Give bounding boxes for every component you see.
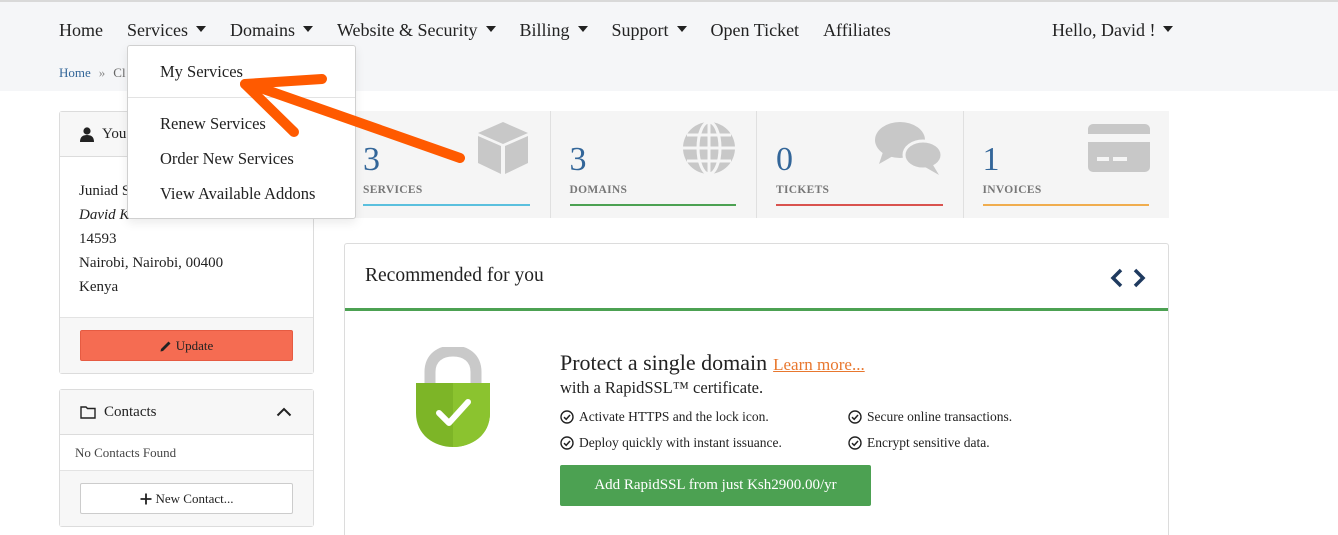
nav-website-security[interactable]: Website & Security — [337, 20, 496, 41]
caret-down-icon — [302, 26, 313, 32]
breadcrumb-separator: » — [98, 65, 106, 80]
feature-item: Activate HTTPS and the lock icon. — [560, 409, 769, 425]
account-info-title: You — [102, 125, 127, 142]
nav-affiliates-label: Affiliates — [823, 20, 891, 40]
stat-tile-tickets[interactable]: 0 TICKETS — [757, 111, 964, 218]
stat-tile-invoices[interactable]: 1 INVOICES — [964, 111, 1170, 218]
menu-item-order-new-services[interactable]: Order New Services — [160, 149, 294, 169]
invoices-count: 1 — [982, 141, 1000, 178]
contacts-footer: New Contact... — [60, 471, 313, 526]
recommended-header: Recommended for you — [345, 244, 1168, 311]
menu-item-my-services[interactable]: My Services — [160, 62, 243, 82]
feature-item: Secure online transactions. — [848, 409, 1012, 425]
box-icon — [477, 122, 528, 174]
add-rapidssl-button[interactable]: Add RapidSSL from just Ksh2900.00/yr — [560, 465, 871, 506]
domains-underline — [569, 204, 736, 206]
nav-support-label: Support — [611, 20, 669, 40]
check-circle-icon — [560, 436, 574, 450]
contacts-panel: Contacts No Contacts Found New Contact..… — [59, 389, 314, 527]
chevron-left-icon[interactable] — [1110, 268, 1124, 288]
services-underline — [363, 204, 530, 206]
nav-home[interactable]: Home — [59, 20, 103, 41]
feature-text: Secure online transactions. — [867, 409, 1013, 424]
breadcrumb-home[interactable]: Home — [59, 65, 91, 81]
info-line-city: Nairobi, Nairobi, 00400 — [79, 255, 224, 271]
credit-card-icon — [1088, 124, 1150, 172]
padlock-icon — [416, 347, 490, 447]
nav-website-security-label: Website & Security — [336, 20, 478, 40]
nav-services-label: Services — [127, 20, 188, 40]
check-circle-icon — [560, 410, 574, 424]
menu-divider — [128, 97, 355, 98]
chevron-up-icon[interactable] — [276, 407, 292, 417]
menu-item-renew-services[interactable]: Renew Services — [160, 114, 266, 134]
nav-open-ticket[interactable]: Open Ticket — [711, 20, 800, 41]
nav-billing-label: Billing — [519, 20, 570, 40]
chat-bubbles-icon — [874, 122, 943, 175]
services-dropdown-menu: My Services Renew Services Order New Ser… — [127, 45, 356, 219]
nav-affiliates[interactable]: Affiliates — [823, 20, 891, 41]
main-nav: Home Services Domains Website & Security… — [59, 20, 915, 41]
recommended-title: Recommended for you — [365, 265, 544, 286]
chevron-right-icon[interactable] — [1132, 268, 1146, 288]
services-label: SERVICES — [363, 184, 423, 196]
learn-more-link[interactable]: Learn more... — [773, 355, 865, 374]
menu-item-view-addons[interactable]: View Available Addons — [160, 184, 315, 204]
contacts-header[interactable]: Contacts — [60, 390, 313, 435]
breadcrumb-current: Cl — [113, 65, 126, 80]
caret-down-icon — [195, 26, 206, 32]
no-contacts-text: No Contacts Found — [60, 435, 313, 471]
info-line-country: Kenya — [79, 279, 119, 295]
caret-down-icon — [485, 26, 496, 32]
account-info-footer: Update — [60, 318, 313, 373]
update-button-label: Update — [175, 337, 214, 353]
feature-text: Encrypt sensitive data. — [867, 435, 990, 450]
caret-down-icon — [1163, 26, 1174, 32]
contacts-title: Contacts — [104, 403, 157, 420]
recommended-panel: Recommended for you Protect a single dom… — [344, 243, 1169, 535]
new-contact-button[interactable]: New Contact... — [80, 483, 293, 514]
folder-icon — [80, 406, 96, 419]
nav-services[interactable]: Services — [127, 20, 206, 41]
nav-billing[interactable]: Billing — [520, 20, 588, 41]
stat-tile-services[interactable]: 3 SERVICES — [344, 111, 551, 218]
domains-label: DOMAINS — [569, 184, 628, 196]
invoices-label: INVOICES — [982, 184, 1042, 196]
plus-icon — [140, 493, 151, 504]
feature-item: Deploy quickly with instant issuance. — [560, 435, 782, 451]
services-count: 3 — [363, 141, 380, 178]
tickets-count: 0 — [776, 141, 793, 178]
user-greeting: Hello, David ! — [1052, 20, 1156, 40]
nav-domains-label: Domains — [229, 20, 295, 40]
tickets-underline — [776, 204, 943, 206]
tickets-label: TICKETS — [776, 184, 830, 196]
domains-count: 3 — [569, 141, 587, 178]
check-circle-icon — [848, 410, 862, 424]
promo-title: Protect a single domain Learn more... — [560, 350, 865, 376]
stat-tile-domains[interactable]: 3 DOMAINS — [551, 111, 757, 218]
caret-down-icon — [577, 26, 588, 32]
info-line-postal: 14593 — [79, 231, 117, 247]
nav-home-label: Home — [59, 20, 103, 40]
new-contact-label: New Contact... — [155, 490, 234, 506]
nav-support[interactable]: Support — [612, 20, 687, 41]
invoices-underline — [982, 204, 1149, 206]
nav-open-ticket-label: Open Ticket — [710, 20, 800, 40]
user-menu[interactable]: Hello, David ! — [1052, 20, 1174, 41]
breadcrumb: Home » Cl — [59, 65, 126, 81]
stats-tiles: 3 SERVICES 3 DOMAINS 0 TICKETS 1 INVOICE… — [344, 111, 1169, 218]
feature-text: Activate HTTPS and the lock icon. — [579, 409, 769, 424]
update-button[interactable]: Update — [80, 330, 293, 361]
nav-domains[interactable]: Domains — [230, 20, 313, 41]
pencil-icon — [160, 341, 171, 351]
carousel-nav — [1110, 268, 1146, 288]
promo-subtitle: with a RapidSSL™ certificate. — [560, 378, 764, 397]
check-circle-icon — [848, 436, 862, 450]
user-icon — [80, 126, 94, 142]
feature-text: Deploy quickly with instant issuance. — [579, 435, 782, 450]
promo-title-text: Protect a single domain — [560, 350, 768, 375]
caret-down-icon — [676, 26, 687, 32]
globe-icon — [683, 120, 735, 176]
feature-item: Encrypt sensitive data. — [848, 435, 990, 451]
